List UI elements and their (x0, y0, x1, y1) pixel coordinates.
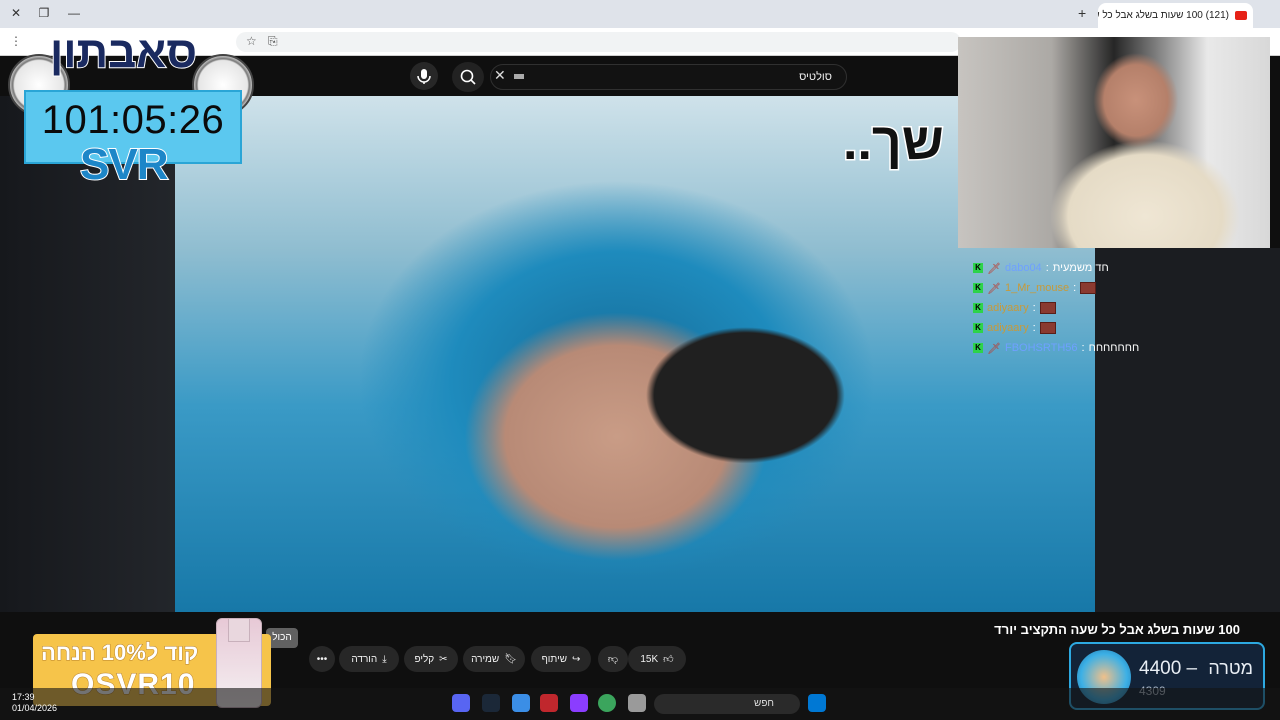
share-label: שיתוף (541, 653, 568, 665)
sword-badge-icon: 🗡 (987, 282, 1001, 295)
menu-icon[interactable]: ⋮ (10, 34, 22, 48)
video-player[interactable] (175, 96, 1095, 612)
voice-search-button[interactable] (410, 62, 438, 90)
scissors-icon: ✂ (439, 653, 448, 665)
chrome-icon[interactable] (598, 694, 616, 712)
goal-target: 4400 – (1139, 658, 1198, 679)
system-clock: 17:39 01/04/2026 (12, 692, 58, 713)
browser-tab[interactable]: (121) 100 שעות בשלג אבל כל ש ✕ (1098, 3, 1253, 28)
app-icon[interactable] (540, 694, 558, 712)
chat-message: K adiyaary : (973, 298, 1163, 318)
browser-tabstrip (0, 0, 1280, 28)
like-count: 15K (640, 653, 659, 665)
address-bar[interactable] (236, 32, 961, 52)
like-button[interactable]: 15K 👍︎ (628, 646, 686, 672)
timer-value: 101:05:26 (41, 98, 225, 142)
emote-icon (1039, 302, 1056, 314)
obs-icon[interactable] (570, 694, 588, 712)
chat-text: חחחחחחח (1088, 342, 1140, 354)
video-caption: שך.. (842, 112, 946, 173)
webcam-feed (958, 37, 1270, 248)
sword-badge-icon: 🗡 (987, 342, 1001, 355)
tab-cast-icon[interactable]: ⎘ (268, 34, 278, 49)
chat-message: K 🗡 dabo04 : חד משמעית (973, 258, 1163, 278)
search-caret (514, 74, 524, 79)
promo-line-1: קוד ל10% הנחה (41, 640, 199, 666)
perfume-cap-icon (228, 618, 250, 642)
clip-button[interactable]: קליפ ✂ (404, 646, 458, 672)
bookmark-star-icon[interactable]: ☆ (246, 34, 257, 48)
chat-text: חד משמעית (1052, 262, 1109, 274)
thumbs-up-icon: 👍︎ (663, 654, 674, 665)
bookmark-icon: 🔖︎ (504, 653, 517, 665)
kick-badge-icon: K (973, 323, 983, 333)
kick-badge-icon: K (973, 263, 983, 273)
share-button[interactable]: שיתוף ↪ (531, 646, 591, 672)
chat-username: dabo04 (1004, 262, 1042, 274)
windows-start-icon[interactable] (808, 694, 826, 712)
kick-badge-icon: K (973, 343, 983, 353)
taskbar-search[interactable]: חפש (654, 694, 800, 714)
sword-badge-icon: 🗡 (987, 262, 1001, 275)
kick-badge-icon: K (973, 283, 983, 293)
new-tab-button[interactable]: + (1078, 5, 1086, 21)
emote-icon (1080, 282, 1097, 294)
thumbs-down-icon: 👎︎ (607, 654, 619, 665)
mic-icon (417, 69, 431, 84)
youtube-icon (1235, 11, 1247, 20)
restore-window-icon[interactable]: ❐ (32, 4, 56, 22)
close-window-icon[interactable]: ✕ (4, 4, 28, 22)
clip-label: קליפ (414, 653, 435, 665)
kick-badge-icon: K (973, 303, 983, 313)
chat-message: K 🗡 1_Mr_mouse : (973, 278, 1163, 298)
stream-logo: סאבתון (49, 27, 198, 78)
steam-icon[interactable] (482, 694, 500, 712)
dislike-button[interactable]: 👎︎ (598, 646, 628, 672)
search-input[interactable]: סולטיס (490, 64, 847, 90)
chat-username: adiyaary (987, 302, 1029, 314)
chat-username: 1_Mr_mouse (1004, 282, 1070, 294)
goal-label: מטרה (1208, 658, 1253, 678)
clear-search-icon[interactable]: ✕ (494, 67, 510, 85)
notes-icon[interactable] (512, 694, 530, 712)
search-icon (460, 69, 476, 85)
emote-icon (1039, 322, 1056, 334)
more-icon: ••• (316, 653, 328, 665)
chat-panel: K 🗡 dabo04 : חד משמעית K 🗡 1_Mr_mouse : … (973, 258, 1163, 358)
discord-icon[interactable] (452, 694, 470, 712)
save-label: שמירה (471, 653, 500, 665)
chat-username: FBOHSRTH56 (1004, 342, 1078, 354)
save-button[interactable]: שמירה 🔖︎ (463, 646, 525, 672)
chat-message: K adiyaary : (973, 318, 1163, 338)
download-icon: ⤓ (382, 653, 387, 665)
download-button[interactable]: הורדה ⤓ (339, 646, 399, 672)
minimize-window-icon[interactable]: — (62, 4, 86, 22)
chat-message: K 🗡 FBOHSRTH56 : חחחחחחח (973, 338, 1163, 358)
video-title: 100 שעות בשלג אבל כל שעה התקציב יורד (994, 622, 1240, 637)
share-icon: ↪ (572, 653, 581, 665)
download-label: הורדה (351, 653, 378, 665)
stream-tag: SVR (79, 139, 170, 190)
search-button[interactable] (452, 62, 484, 92)
task-view-icon[interactable] (628, 694, 646, 712)
tab-title: (121) 100 שעות בשלג אבל כל ש (1098, 10, 1229, 21)
chat-username: adiyaary (987, 322, 1029, 334)
more-actions-button[interactable]: ••• (309, 646, 335, 672)
